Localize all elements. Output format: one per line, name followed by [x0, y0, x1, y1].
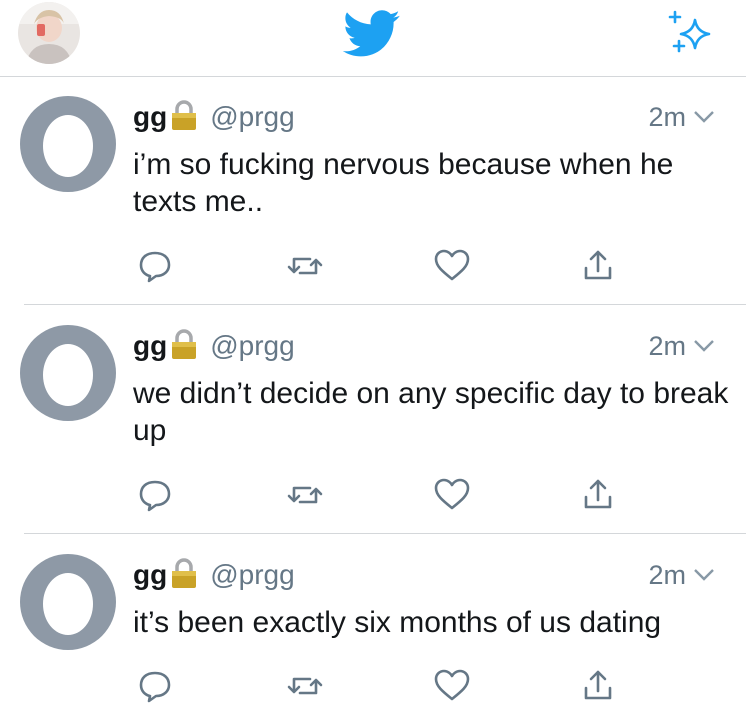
tweet-time: 2m [648, 100, 716, 134]
egg-avatar[interactable] [20, 96, 116, 192]
tweet-time: 2m [648, 558, 716, 592]
tweet-item[interactable]: gg @prgg 2m i’m so fucking nervous becau… [0, 76, 746, 305]
chevron-down-icon[interactable] [692, 338, 716, 354]
retweet-icon[interactable] [285, 666, 325, 706]
like-heart-icon[interactable] [432, 475, 472, 515]
chevron-down-icon[interactable] [692, 109, 716, 125]
timestamp: 2m [648, 101, 686, 132]
tweet-header: gg @prgg [133, 100, 295, 134]
user-handle[interactable]: @prgg [210, 101, 294, 133]
display-name[interactable]: gg [133, 330, 167, 362]
display-name[interactable]: gg [133, 101, 167, 133]
tweet-actions [0, 475, 746, 515]
top-tweets-sparkle-icon[interactable] [665, 8, 717, 60]
like-heart-icon[interactable] [432, 666, 472, 706]
profile-avatar[interactable] [18, 2, 80, 64]
chevron-down-icon[interactable] [692, 567, 716, 583]
like-heart-icon[interactable] [432, 246, 472, 286]
tweet-text: i’m so fucking nervous because when he t… [133, 148, 674, 218]
protected-lock-icon [171, 557, 197, 589]
tweet-item[interactable]: gg @prgg 2m it’s been exactly six months… [0, 534, 746, 723]
reply-icon[interactable] [135, 246, 175, 286]
egg-avatar[interactable] [20, 554, 116, 650]
user-handle[interactable]: @prgg [210, 330, 294, 362]
tweet-text: it’s been exactly six months of us datin… [133, 606, 662, 639]
share-icon[interactable] [578, 666, 618, 706]
tweet-text: we didn’t decide on any specific day to … [133, 377, 729, 447]
retweet-icon[interactable] [285, 475, 325, 515]
twitter-bird-icon[interactable] [342, 10, 401, 58]
tweet-actions [0, 666, 746, 706]
share-icon[interactable] [578, 475, 618, 515]
reply-icon[interactable] [135, 475, 175, 515]
tweet-time: 2m [648, 329, 716, 363]
reply-icon[interactable] [135, 666, 175, 706]
protected-lock-icon [171, 328, 197, 360]
top-bar [0, 0, 746, 77]
timestamp: 2m [648, 330, 686, 361]
tweet-header: gg @prgg [133, 329, 295, 363]
tweet-item[interactable]: gg @prgg 2m we didn’t decide on any spec… [0, 305, 746, 534]
retweet-icon[interactable] [285, 246, 325, 286]
user-handle[interactable]: @prgg [210, 559, 294, 591]
egg-avatar[interactable] [20, 325, 116, 421]
display-name[interactable]: gg [133, 559, 167, 591]
protected-lock-icon [171, 99, 197, 131]
tweet-header: gg @prgg [133, 558, 295, 592]
share-icon[interactable] [578, 246, 618, 286]
tweet-actions [0, 246, 746, 286]
timestamp: 2m [648, 559, 686, 590]
